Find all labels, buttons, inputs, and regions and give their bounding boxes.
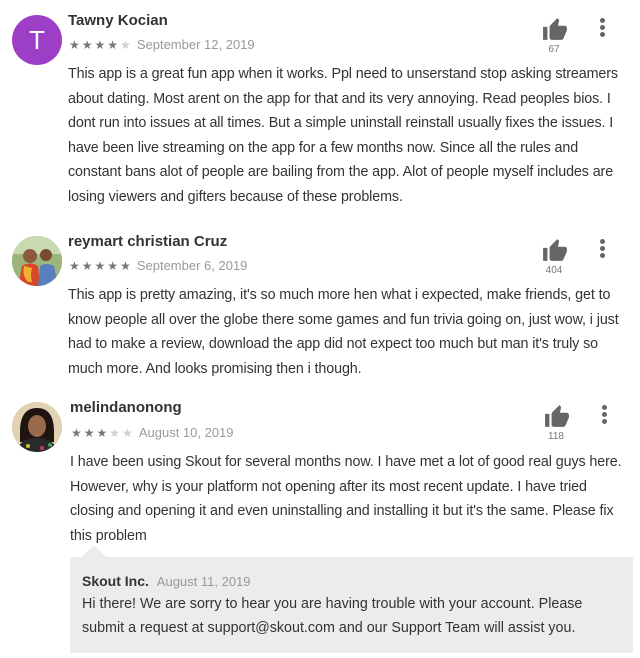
developer-name: Skout Inc. <box>82 573 149 589</box>
star-rating: ★ ★ ★ ★ ★ September 6, 2019 <box>69 258 247 273</box>
more-vertical-icon[interactable] <box>601 405 607 425</box>
review-text: This app is pretty amazing, it's so much… <box>68 287 619 377</box>
reply-header: Skout Inc. August 11, 2019 <box>82 573 251 589</box>
star-icon: ★ <box>83 425 95 440</box>
star-icon: ★ <box>107 258 119 273</box>
like-count: 67 <box>548 44 560 55</box>
review-text: I have been using Skout for several mont… <box>70 454 622 544</box>
reviewer-name: reymart christian Cruz <box>68 233 228 250</box>
avatar <box>12 236 62 286</box>
reply-date: August 11, 2019 <box>156 574 251 589</box>
review-date: August 10, 2019 <box>138 425 234 440</box>
thumbs-up-icon[interactable] <box>542 238 568 262</box>
star-icon: ★ <box>81 258 93 273</box>
reviewer-name: melindanonong <box>70 399 182 416</box>
review-date: September 6, 2019 <box>136 258 248 273</box>
star-rating: ★ ★ ★ ★ ★ September 12, 2019 <box>69 37 255 52</box>
star-icon: ★ <box>94 258 106 273</box>
thumbs-up-icon[interactable] <box>544 404 570 428</box>
star-icon: ★ <box>122 425 133 440</box>
avatar <box>12 402 62 452</box>
star-rating: ★ ★ ★ ★ ★ August 10, 2019 <box>71 425 234 440</box>
star-icon: ★ <box>96 425 108 440</box>
star-icon: ★ <box>120 258 131 273</box>
reviewer-name: Tawny Kocian <box>68 12 168 29</box>
star-icon: ★ <box>69 258 80 273</box>
star-icon: ★ <box>120 37 131 52</box>
reply-pointer <box>82 545 106 557</box>
like-count: 404 <box>545 265 563 276</box>
star-icon: ★ <box>109 425 121 440</box>
more-vertical-icon[interactable] <box>599 18 605 38</box>
more-vertical-icon[interactable] <box>599 239 605 259</box>
like-count: 118 <box>548 431 564 442</box>
star-icon: ★ <box>69 37 80 52</box>
avatar: T <box>12 15 62 65</box>
star-icon: ★ <box>71 425 82 440</box>
developer-reply: Skout Inc. August 11, 2019 Hi there! We … <box>70 557 633 653</box>
thumbs-up-icon[interactable] <box>542 17 568 41</box>
star-icon: ★ <box>81 37 93 52</box>
star-icon: ★ <box>107 37 119 52</box>
review-text: This app is a great fun app when it work… <box>68 66 618 205</box>
reply-text: Hi there! We are sorry to hear you are h… <box>82 596 583 636</box>
star-icon: ★ <box>94 37 106 52</box>
review-date: September 12, 2019 <box>136 37 255 52</box>
